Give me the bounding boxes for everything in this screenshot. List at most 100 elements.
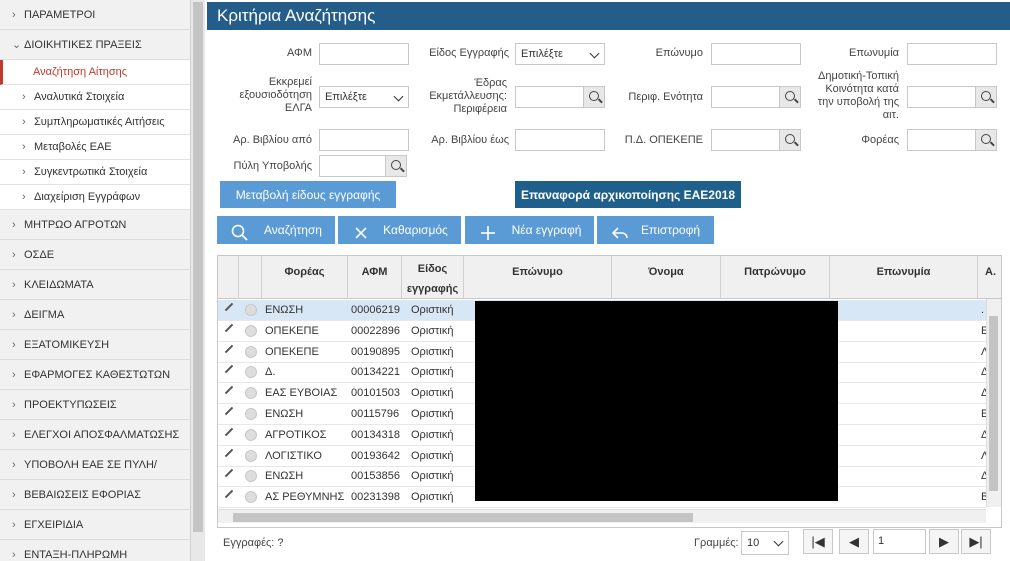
sidebar-item-kleidomata[interactable]: › ΚΛΕΙΔΩΜΑΤΑ (0, 270, 190, 300)
edit-icon[interactable] (224, 448, 234, 457)
sidebar-item-egxeiridia[interactable]: › ΕΓΧΕΙΡΙΔΙΑ (0, 510, 190, 540)
rows-per-page-select[interactable]: 10 (741, 531, 789, 555)
search-button[interactable] (779, 129, 801, 151)
sidebar-item-diaxeirisi[interactable]: › Διαχείριση Εγγράφων (0, 185, 190, 210)
dimotiki-input[interactable] (907, 86, 997, 108)
sidebar-item-elegxoi[interactable]: › ΕΛΕΓΧΟΙ ΑΠΟΣΦΑΛΜΑΤΩΣΗΣ (0, 420, 190, 450)
epanafora-button[interactable]: Επαναφορά αρχικοποίησης ΕΑΕ2018 (515, 181, 741, 208)
grid-header-eidos[interactable]: Είδος εγγραφής (402, 256, 464, 299)
ekkremei-value: Επιλέξτε (325, 91, 367, 103)
first-page-button[interactable]: |◀ (803, 529, 833, 554)
chevron-right-icon: › (22, 91, 26, 103)
grid-header-cell[interactable]: Α. (978, 256, 1001, 299)
grid-header-foreas[interactable]: Φορέας (262, 256, 348, 299)
chevron-down-icon (773, 536, 784, 547)
grid-header-cell (218, 256, 239, 299)
next-page-button[interactable]: ▶ (929, 529, 959, 554)
last-page-button[interactable]: ▶| (961, 529, 991, 554)
eponymia-input[interactable] (907, 43, 997, 65)
edit-icon[interactable] (224, 302, 234, 312)
search-submit-button[interactable]: Αναζήτηση (217, 216, 335, 244)
sidebar-item-deigma[interactable]: › ΔΕΙΓΜΑ (0, 300, 190, 330)
cell-eidos: Οριστική (411, 304, 454, 316)
prev-page-icon: ◀ (849, 534, 859, 549)
ar-apo-input[interactable] (319, 129, 409, 151)
sidebar-item-label: ΚΛΕΙΔΩΜΑΤΑ (24, 278, 94, 291)
metavoli-button[interactable]: Μεταβολή είδους εγγραφής (220, 181, 396, 208)
cell-foreas: ΕΝΩΣΗ (265, 304, 304, 316)
search-button[interactable] (583, 86, 605, 108)
grid-header-onoma[interactable]: Όνομα (612, 256, 721, 299)
search-button[interactable] (779, 86, 801, 108)
search-button[interactable] (975, 86, 997, 108)
sidebar-item-osde[interactable]: › ΟΣΔΕ (0, 240, 190, 270)
sidebar-item-ypovoli[interactable]: › ΥΠΟΒΟΛΗ ΕΑΕ ΣΕ ΠΥΛΗ/ (0, 450, 190, 480)
row-status-icon (245, 470, 257, 483)
prev-page-button[interactable]: ◀ (839, 529, 869, 554)
back-button[interactable]: Επιστροφή (597, 216, 714, 244)
sidebar-item-label: ΕΛΕΓΧΟΙ ΑΠΟΣΦΑΛΜΑΤΩΣΗΣ (24, 428, 180, 441)
grid-footer: Εγγραφές: ? Γραμμές: 10 |◀ ◀ 1 ▶ ▶| (207, 528, 1010, 561)
edras-input[interactable] (515, 86, 605, 108)
search-button[interactable] (975, 129, 997, 151)
grid-header-eponymo[interactable]: Επώνυμο (464, 256, 612, 299)
edit-icon[interactable] (224, 469, 234, 478)
grid-header-eponymia[interactable]: Επωνυμία (830, 256, 978, 299)
pyli-input[interactable] (319, 155, 407, 177)
page-number-input[interactable]: 1 (873, 529, 926, 554)
page-title: Κριτήρια Αναζήτησης (207, 2, 1010, 30)
eponymo-label: Επώνυμο (655, 47, 703, 59)
clear-button[interactable]: Καθαρισμός (338, 216, 461, 244)
sidebar-item-entaxi[interactable]: › ΕΝΤΑΞΗ-ΠΛΗΡΩΜΗ (0, 540, 190, 561)
new-record-button[interactable]: Νέα εγγραφή (465, 216, 594, 244)
edit-icon[interactable] (224, 365, 234, 374)
ekkremei-select[interactable]: Επιλέξτε (319, 86, 409, 108)
sidebar-item-symplirom[interactable]: › Συμπληρωματικές Αιτήσεις (0, 110, 190, 135)
eidos-eggrafis-select[interactable]: Επιλέξτε (515, 43, 605, 65)
sidebar-item-vevaioseis[interactable]: › ΒΕΒΑΙΩΣΕΙΣ ΕΦΟΡΙΑΣ (0, 480, 190, 510)
cell-foreas: ΕΝΩΣΗ (265, 408, 304, 420)
cell-foreas: ΑΣ ΡΕΘΥΜΝΗΣ (265, 491, 345, 504)
row-status-icon (245, 428, 257, 441)
sidebar-item-exatomikeysi[interactable]: › ΕΞΑΤΟΜΙΚΕΥΣΗ (0, 330, 190, 360)
ar-eos-input[interactable] (515, 129, 605, 151)
grid-horizontal-scrollbar-thumb[interactable] (233, 513, 693, 522)
sidebar-item-label: ΔΙΟΙΚΗΤΙΚΕΣ ΠΡΑΞΕΙΣ (24, 38, 142, 51)
sidebar-item-anazitisi[interactable]: Αναζήτηση Αίτησης (0, 60, 190, 85)
grid-header-afm[interactable]: ΑΦΜ (348, 256, 402, 299)
sidebar-item-efarmoges[interactable]: › ΕΦΑΡΜΟΓΕΣ ΚΑΘΕΣΤΩΤΩΝ (0, 360, 190, 390)
edit-icon[interactable] (224, 489, 234, 499)
perif-input[interactable] (711, 86, 801, 108)
edit-icon[interactable] (224, 406, 234, 416)
sidebar-item-mitroo[interactable]: › ΜΗΤΡΩΟ ΑΓΡΟΤΩΝ (0, 210, 190, 240)
grid-header-patronymo[interactable]: Πατρώνυμο (721, 256, 830, 299)
sidebar-item-label: Συμπληρωματικές Αιτήσεις (34, 116, 165, 128)
ar-apo-label: Αρ. Βιβλίου από (232, 134, 312, 146)
cell-eidos: Οριστική (411, 491, 454, 504)
search-icon (785, 134, 795, 144)
sidebar-item-parametroi[interactable]: › ΠΑΡΑΜΕΤΡΟΙ (0, 0, 190, 30)
foreas-label: Φορέας (861, 134, 899, 146)
grid-vertical-scrollbar-thumb[interactable] (989, 316, 998, 491)
pyli-label: Πύλη Υποβολής (233, 160, 312, 172)
rows-per-page-value: 10 (747, 537, 760, 549)
afm-input[interactable] (319, 43, 409, 65)
cell-foreas: ΕΝΩΣΗ (265, 470, 304, 483)
edit-icon[interactable] (224, 427, 234, 437)
sidebar-item-dioikitikes[interactable]: ⌄ ΔΙΟΙΚΗΤΙΚΕΣ ΠΡΑΞΕΙΣ (0, 30, 190, 60)
sidebar-item-analytika[interactable]: › Αναλυτικά Στοιχεία (0, 85, 190, 110)
main-panel: Κριτήρια Αναζήτησης ΑΦΜ Είδος Εγγραφής Ε… (207, 0, 1010, 561)
edit-icon[interactable] (224, 323, 234, 333)
foreas-input[interactable] (907, 129, 997, 151)
search-button[interactable] (385, 155, 407, 177)
pd-input[interactable] (711, 129, 801, 151)
sidebar-item-sygkentrotika[interactable]: › Συγκεντρωτικά Στοιχεία (0, 160, 190, 185)
edit-icon[interactable] (224, 385, 234, 395)
eidos-eggrafis-value: Επιλέξτε (521, 48, 563, 60)
sidebar-item-metavoles[interactable]: › Μεταβολές ΕΑΕ (0, 135, 190, 160)
edit-icon[interactable] (224, 344, 234, 353)
sidebar-item-proektyposeis[interactable]: › ΠΡΟΕΚΤΥΠΩΣΕΙΣ (0, 390, 190, 420)
sidebar-scrollbar-thumb[interactable] (193, 2, 203, 532)
eponymo-input[interactable] (711, 43, 801, 65)
search-icon (981, 91, 991, 101)
